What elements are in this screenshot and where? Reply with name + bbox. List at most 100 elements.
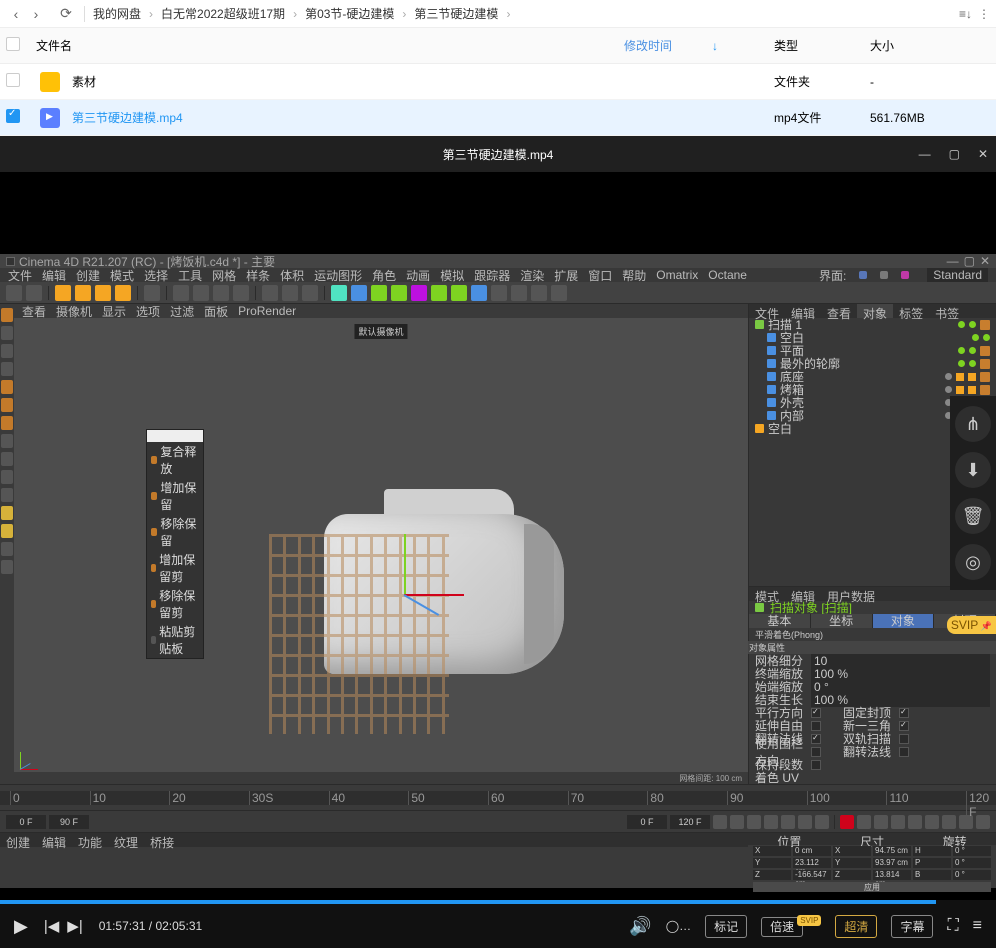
vp-menu-item[interactable]: 查看 (22, 303, 46, 320)
tl-play-icon[interactable] (764, 815, 778, 829)
window-min-icon[interactable]: — (947, 254, 959, 268)
mat-tab[interactable]: 纹理 (108, 833, 144, 847)
obj-tab[interactable]: 对象 (857, 304, 893, 318)
attr-input[interactable]: 100 % (811, 667, 990, 681)
attr-input[interactable]: 10 (811, 654, 990, 668)
column-modified[interactable]: 修改时间↓ (624, 37, 774, 54)
coord-input[interactable]: 93.97 cm (873, 858, 911, 868)
toolbar-deformer-icon[interactable] (411, 285, 427, 301)
point-mode-icon[interactable] (1, 380, 13, 394)
play-button[interactable]: ▶ (14, 916, 28, 937)
coord-input[interactable]: 23.112 cm (793, 858, 831, 868)
octane-yellow-icon[interactable] (1, 524, 13, 538)
menu-item[interactable]: Octane (708, 268, 747, 282)
column-size[interactable]: 大小 (870, 37, 990, 54)
perspective-viewport[interactable]: 查看 摄像机 显示 选项 过滤 面板 ProRender 默认摄像机 (14, 304, 748, 784)
fullscreen-icon[interactable]: ⛶ (947, 917, 958, 935)
attr-input[interactable]: 100 % (811, 693, 990, 707)
quality-button[interactable]: 超清 (835, 915, 877, 938)
toolbar-world-icon[interactable] (233, 285, 249, 301)
menu-item[interactable]: 编辑 (42, 267, 66, 284)
settings-circle-icon[interactable]: ◎ (955, 544, 991, 580)
axis-mode-icon[interactable] (1, 434, 13, 448)
toolbar-render-settings-icon[interactable] (302, 285, 318, 301)
breadcrumb-item[interactable]: 白无常2022超级班17期 (161, 5, 285, 22)
coord-input[interactable]: 0 ° (953, 870, 991, 880)
timeline-ruler[interactable]: 0 10 20 30S 40 50 60 70 80 90 100 110 12… (0, 784, 996, 810)
toolbar-spline-icon[interactable] (351, 285, 367, 301)
workplane-icon[interactable] (1, 362, 13, 376)
more-icon[interactable]: ◯… (666, 919, 691, 933)
toolbar-move-icon[interactable] (75, 285, 91, 301)
tl-pos-icon[interactable] (891, 815, 905, 829)
ctx-item[interactable]: 移除保留 (147, 514, 203, 550)
vp-menu-item[interactable]: ProRender (238, 304, 296, 318)
soft-select-icon[interactable] (1, 488, 13, 502)
menu-item[interactable]: 工具 (178, 267, 202, 284)
toolbar-undo-icon[interactable] (6, 285, 22, 301)
menu-item[interactable]: 跟踪器 (474, 267, 510, 284)
sort-icon[interactable]: ≡↓ (959, 7, 972, 21)
row-checkbox[interactable] (6, 73, 20, 87)
row-checkbox[interactable] (6, 109, 20, 123)
coord-apply-button[interactable]: 应用 (753, 882, 991, 892)
tl-key-icon[interactable] (874, 815, 888, 829)
tl-next-key-icon[interactable] (798, 815, 812, 829)
ctx-search-field[interactable] (147, 430, 203, 442)
toolbar-rotate-icon[interactable] (115, 285, 131, 301)
window-max-icon[interactable]: ▢ (964, 254, 975, 268)
nav-back-button[interactable]: ‹ (6, 4, 26, 24)
tl-rot-icon[interactable] (925, 815, 939, 829)
workplane-snap-icon[interactable] (1, 470, 13, 484)
tl-start-frame[interactable]: 0 F (6, 815, 46, 829)
minimize-button[interactable]: — (919, 147, 931, 161)
menu-item[interactable]: 窗口 (588, 267, 612, 284)
menu-item[interactable]: 模式 (110, 267, 134, 284)
coord-input[interactable]: 0 ° (953, 858, 991, 868)
toolbar-render-region-icon[interactable] (282, 285, 298, 301)
toolbar-y-axis-icon[interactable] (193, 285, 209, 301)
tl-scale-icon[interactable] (908, 815, 922, 829)
nav-forward-button[interactable]: › (26, 4, 46, 24)
mat-tab[interactable]: 编辑 (36, 833, 72, 847)
menu-item[interactable]: 渲染 (520, 267, 544, 284)
toolbar-field-icon[interactable] (451, 285, 467, 301)
breadcrumb-item[interactable]: 第三节硬边建模 (414, 5, 498, 22)
octane-yellow-icon[interactable] (1, 506, 13, 520)
vp-menu-item[interactable]: 过滤 (170, 303, 194, 320)
toolbar-mograph-icon[interactable] (431, 285, 447, 301)
toolbar-history-icon[interactable] (144, 285, 160, 301)
attr-checkbox[interactable] (811, 760, 821, 770)
delete-icon[interactable]: 🗑 (955, 498, 991, 534)
window-close-icon[interactable]: ✕ (980, 254, 990, 268)
make-editable-icon[interactable] (1, 308, 13, 322)
view-options-icon[interactable]: ⋮ (978, 7, 990, 21)
menu-item[interactable]: Omatrix (656, 268, 698, 282)
color-swatch[interactable] (880, 271, 888, 279)
close-button[interactable]: ✕ (978, 147, 988, 161)
octane-icon[interactable] (1, 542, 13, 556)
octane-icon[interactable] (1, 560, 13, 574)
volume-icon[interactable]: 🔊 (629, 916, 651, 937)
toolbar-render-icon[interactable] (262, 285, 278, 301)
toolbar-z-axis-icon[interactable] (213, 285, 229, 301)
edge-mode-icon[interactable] (1, 398, 13, 412)
ctx-item[interactable]: 增加保留 (147, 478, 203, 514)
file-row-folder[interactable]: 素材 文件夹 - (0, 64, 996, 100)
vp-menu-item[interactable]: 摄像机 (56, 303, 92, 320)
toolbar-redo-icon[interactable] (26, 285, 42, 301)
menu-item[interactable]: 样条 (246, 267, 270, 284)
tl-range-end[interactable]: 120 F (670, 815, 710, 829)
nav-reload-button[interactable]: ⟳ (56, 4, 76, 24)
toolbar-scale-icon[interactable] (95, 285, 111, 301)
breadcrumb-item[interactable]: 我的网盘 (93, 5, 141, 22)
toolbar-camera-icon[interactable] (491, 285, 507, 301)
coord-input[interactable]: -166.547 cm (793, 870, 831, 880)
menu-item[interactable]: 运动图形 (314, 267, 362, 284)
obj-tab[interactable]: 标签 (893, 304, 929, 318)
column-type[interactable]: 类型 (774, 37, 870, 54)
attr-checkbox[interactable] (899, 747, 909, 757)
mat-tab[interactable]: 功能 (72, 833, 108, 847)
vp-menu-item[interactable]: 显示 (102, 303, 126, 320)
color-swatch[interactable] (901, 271, 909, 279)
